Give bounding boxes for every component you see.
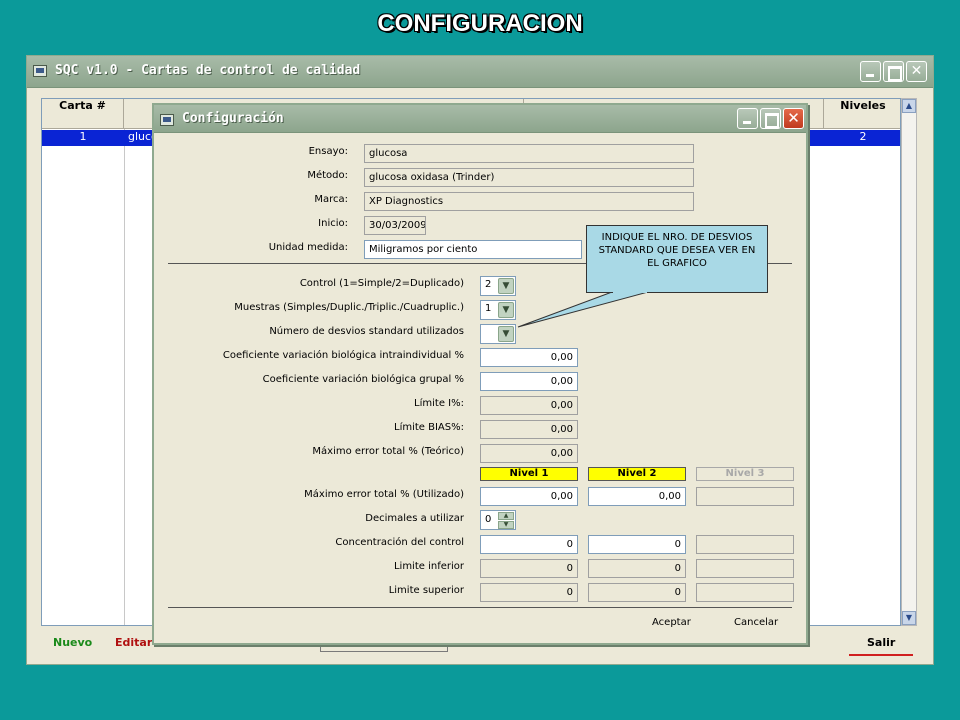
column-divider [124,129,125,625]
app-icon [33,65,47,77]
separator [168,607,792,608]
callout-note: INDIQUE EL NRO. DE DESVIOS STANDARD QUE … [586,225,768,293]
max-teorico-label: Máximo error total % (Teórico) [312,446,464,457]
spin-up-icon[interactable]: ▲ [498,512,514,520]
cell-niveles: 2 [859,130,867,143]
max-utilizado-n1[interactable]: 0,00 [480,487,578,506]
minimize-icon [861,62,880,81]
limite-inferior-label: Limite inferior [393,561,464,572]
limite-superior-n1[interactable]: 0 [480,583,578,602]
limite-inferior-n2[interactable]: 0 [588,559,686,578]
inicio-label: Inicio: [318,218,348,229]
dialog-titlebar[interactable]: Configuración ✕ [154,105,806,133]
spin-down-icon[interactable]: ▼ [498,521,514,529]
cancelar-button[interactable]: Cancelar [734,617,778,628]
desvios-combo[interactable]: ▼ [480,324,516,344]
config-dialog: Configuración ✕ Ensayo: glucosa Método: … [152,103,808,645]
dialog-title: Configuración [182,111,284,126]
dialog-minimize-button[interactable] [737,108,758,129]
control-combo[interactable]: 2 ▼ [480,276,516,296]
max-utilizado-n3[interactable] [696,487,794,506]
desvios-label: Número de desvios standard utilizados [269,326,464,337]
minimize-icon [738,109,757,128]
max-teorico-field[interactable]: 0,00 [480,444,578,463]
nuevo-button[interactable]: Nuevo [53,636,92,649]
metodo-field[interactable]: glucosa oxidasa (Trinder) [364,168,694,187]
decimales-spinner[interactable]: 0 ▲ ▼ [480,510,516,530]
dialog-app-icon [160,114,174,126]
salir-underline [849,654,913,656]
nivel-3-header: Nivel 3 [696,467,794,481]
cell-carta: 1 [79,130,87,143]
maximize-icon [884,62,903,81]
limite-inferior-n3[interactable] [696,559,794,578]
close-button[interactable]: ✕ [906,61,927,82]
muestras-combo[interactable]: 1 ▼ [480,300,516,320]
main-window-title: SQC v1.0 - Cartas de control de calidad [55,63,361,78]
concentracion-label: Concentración del control [335,537,464,548]
maximize-icon [761,109,780,128]
maximize-button[interactable] [883,61,904,82]
nivel-2-header: Nivel 2 [588,467,686,481]
cv-grupal-field[interactable]: 0,00 [480,372,578,391]
ensayo-field[interactable]: glucosa [364,144,694,163]
marca-label: Marca: [314,194,348,205]
limite-bias-field[interactable]: 0,00 [480,420,578,439]
cv-grupal-label: Coeficiente variación biológica grupal % [262,374,464,385]
concentracion-n1[interactable]: 0 [480,535,578,554]
scroll-down-icon[interactable]: ▼ [902,611,916,625]
salir-button[interactable]: Salir [867,636,895,649]
ensayo-label: Ensayo: [308,146,348,157]
marca-field[interactable]: XP Diagnostics [364,192,694,211]
column-header-niveles[interactable]: Niveles [824,99,902,129]
decimales-value: 0 [485,514,492,525]
decimales-label: Decimales a utilizar [365,513,464,524]
metodo-label: Método: [307,170,348,181]
limite-i-field[interactable]: 0,00 [480,396,578,415]
dialog-maximize-button[interactable] [760,108,781,129]
limite-inferior-n1[interactable]: 0 [480,559,578,578]
limite-bias-label: Límite BIAS%: [394,422,464,433]
cv-intra-field[interactable]: 0,00 [480,348,578,367]
close-icon: ✕ [910,63,923,79]
max-utilizado-label: Máximo error total % (Utilizado) [304,489,464,500]
limite-superior-n3[interactable] [696,583,794,602]
concentracion-n3[interactable] [696,535,794,554]
main-titlebar[interactable]: SQC v1.0 - Cartas de control de calidad … [27,56,933,88]
control-label: Control (1=Simple/2=Duplicado) [299,278,464,289]
scroll-up-icon[interactable]: ▲ [902,99,916,113]
limite-superior-label: Limite superior [388,585,464,596]
inicio-field[interactable]: 30/03/2009 [364,216,426,235]
aceptar-button[interactable]: Aceptar [652,617,691,628]
minimize-button[interactable] [860,61,881,82]
chevron-down-icon[interactable]: ▼ [498,326,514,342]
column-header-carta[interactable]: Carta # [42,99,124,129]
limite-i-label: Límite I%: [414,398,464,409]
control-value: 2 [485,279,492,290]
table-scrollbar[interactable]: ▲ ▼ [901,98,917,626]
muestras-label: Muestras (Simples/Duplic./Triplic./Cuadr… [234,302,464,313]
nivel-1-header: Nivel 1 [480,467,578,481]
chevron-down-icon[interactable]: ▼ [498,278,514,294]
dialog-close-button[interactable]: ✕ [783,108,804,129]
editar-button[interactable]: Editar [115,636,152,649]
close-icon: ✕ [787,109,800,127]
unidad-field[interactable]: Miligramos por ciento [364,240,582,259]
muestras-value: 1 [485,303,492,314]
max-utilizado-n2[interactable]: 0,00 [588,487,686,506]
limite-superior-n2[interactable]: 0 [588,583,686,602]
unidad-label: Unidad medida: [268,242,348,253]
cv-intra-label: Coeficiente variación biológica intraind… [222,350,464,361]
slide-title: CONFIGURACION [377,10,583,37]
concentracion-n2[interactable]: 0 [588,535,686,554]
chevron-down-icon[interactable]: ▼ [498,302,514,318]
